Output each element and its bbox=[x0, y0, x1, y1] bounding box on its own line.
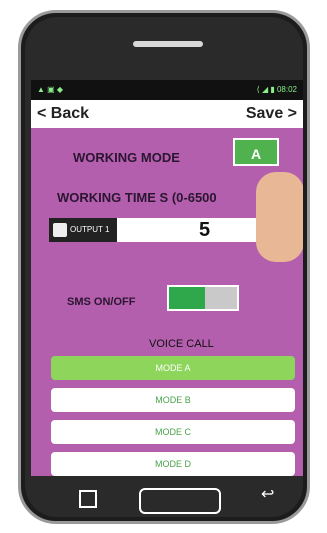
mode-a-button[interactable]: MODE A bbox=[51, 356, 295, 380]
sms-toggle-on bbox=[169, 287, 205, 309]
output-label-text: OUTPUT 1 bbox=[70, 225, 110, 234]
working-mode-label: WORKING MODE bbox=[73, 150, 180, 165]
working-mode-button[interactable]: A bbox=[233, 138, 279, 166]
pointing-finger-icon bbox=[256, 172, 303, 262]
telephone-icon bbox=[53, 223, 67, 237]
mode-d-button[interactable]: MODE D bbox=[51, 452, 295, 476]
sms-toggle-off bbox=[205, 287, 237, 309]
voice-call-label: VOICE CALL bbox=[149, 338, 214, 350]
output-value-field[interactable]: 5 bbox=[199, 218, 210, 242]
home-button[interactable] bbox=[139, 488, 221, 514]
output-label: OUTPUT 1 bbox=[49, 218, 117, 242]
sms-toggle[interactable] bbox=[167, 285, 239, 311]
recent-apps-icon[interactable] bbox=[79, 490, 97, 508]
save-button[interactable]: Save > bbox=[246, 105, 297, 123]
phone-speaker bbox=[133, 41, 203, 47]
mode-c-button[interactable]: MODE C bbox=[51, 420, 295, 444]
sms-toggle-label: SMS ON/OFF bbox=[67, 296, 136, 308]
status-right-info: ⟨ ◢ ▮ 08:02 bbox=[256, 85, 297, 94]
working-time-label: WORKING TIME S (0-6500 bbox=[57, 190, 217, 205]
back-button[interactable]: < Back bbox=[37, 105, 89, 123]
app-screen: ▲ ▣ ◆ ⟨ ◢ ▮ 08:02 < Back Save > WORKING … bbox=[31, 80, 303, 476]
top-nav: < Back Save > bbox=[31, 100, 303, 128]
android-nav-bar: ↩ bbox=[31, 484, 303, 516]
output-row: OUTPUT 1 5 bbox=[49, 218, 287, 242]
mode-b-button[interactable]: MODE B bbox=[51, 388, 295, 412]
status-left-icons: ▲ ▣ ◆ bbox=[37, 85, 64, 94]
status-bar: ▲ ▣ ◆ ⟨ ◢ ▮ 08:02 bbox=[31, 80, 303, 100]
back-arrow-icon[interactable]: ↩ bbox=[261, 484, 274, 504]
